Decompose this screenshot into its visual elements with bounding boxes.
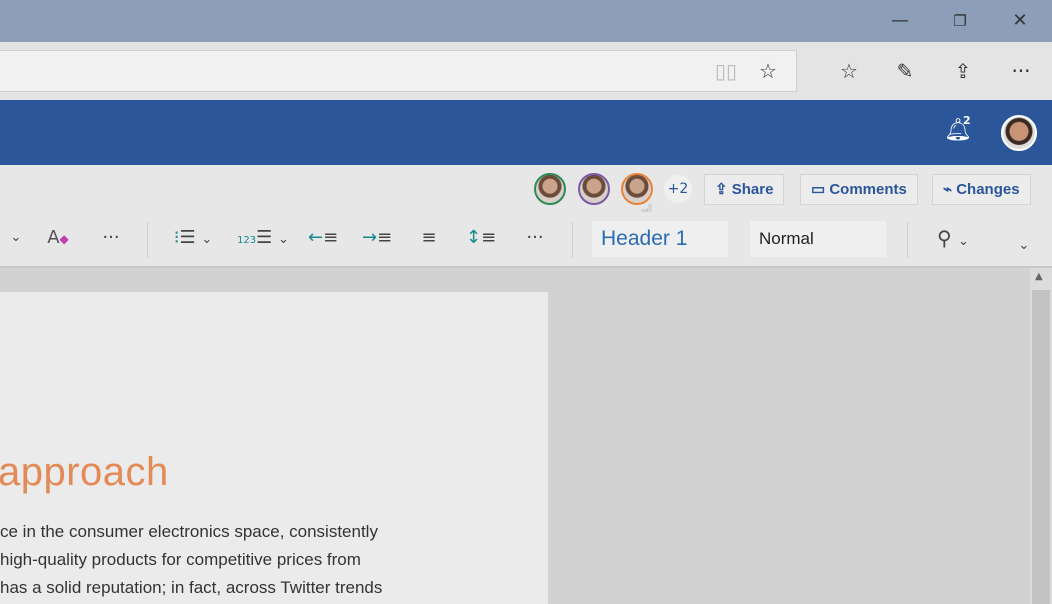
chevron-down-icon[interactable]: ⌄ bbox=[6, 222, 26, 254]
reading-view-icon[interactable]: ▯▯ bbox=[711, 56, 741, 86]
comments-button[interactable]: ▭ Comments bbox=[800, 174, 918, 205]
user-avatar[interactable] bbox=[1001, 115, 1037, 151]
notification-count: 2 bbox=[963, 114, 971, 127]
comment-icon: ▭ bbox=[811, 181, 830, 198]
bullet-list-button[interactable]: ⁝☰ ⌄ bbox=[166, 222, 220, 254]
scroll-up-icon[interactable]: ▲ bbox=[1035, 271, 1043, 282]
close-button[interactable]: ✕ bbox=[1000, 8, 1040, 34]
line-spacing-icon[interactable]: ↕≡ bbox=[466, 222, 496, 254]
body-line: high-quality products for competitive pr… bbox=[0, 550, 361, 569]
body-line: has a solid reputation; in fact, across … bbox=[0, 578, 383, 597]
collaborator-avatar[interactable] bbox=[534, 173, 566, 205]
increase-indent-icon[interactable]: →≡ bbox=[362, 222, 392, 254]
favorite-star-icon[interactable]: ☆ bbox=[753, 56, 783, 86]
minimize-button[interactable]: — bbox=[880, 8, 920, 34]
search-button[interactable]: ⚲ ⌄ bbox=[928, 222, 978, 254]
share-button[interactable]: ⇪ Share bbox=[704, 174, 785, 205]
search-icon: ⚲ bbox=[937, 226, 952, 250]
activity-icon: ⌁ bbox=[943, 181, 957, 198]
decrease-indent-icon[interactable]: ←≡ bbox=[308, 222, 338, 254]
share-icon: ⇪ bbox=[715, 181, 732, 198]
style-normal[interactable]: Normal bbox=[750, 221, 886, 257]
expand-ribbon-icon[interactable]: ⌄ bbox=[1014, 230, 1034, 262]
divider bbox=[572, 222, 573, 258]
divider bbox=[907, 222, 908, 258]
document-heading: approach bbox=[0, 450, 169, 494]
app-header: 🔔︎ 2 bbox=[0, 100, 1052, 165]
address-bar[interactable]: ▯▯ ☆ bbox=[0, 50, 797, 92]
body-line: ce in the consumer electronics space, co… bbox=[0, 522, 378, 541]
more-collaborators[interactable]: +2 bbox=[664, 175, 692, 203]
restore-button[interactable]: ❐ bbox=[940, 8, 980, 34]
pen-icon[interactable]: ✎ bbox=[890, 56, 920, 86]
clear-formatting-icon[interactable]: A◆ bbox=[44, 222, 72, 254]
collaborator-avatar[interactable] bbox=[578, 173, 610, 205]
favorites-list-icon[interactable]: ☆ bbox=[834, 56, 864, 86]
formatting-toolbar: ⌄ A◆ ··· ⁝☰ ⌄ 123☰ ⌄ ←≡ →≡ ≡ ↕≡ ··· Head… bbox=[0, 212, 1052, 268]
collaboration-bar: +2 ☝ ⇪ Share ▭ Comments ⌁ Changes bbox=[0, 165, 1052, 226]
title-bar: — ❐ ✕ bbox=[0, 0, 1052, 42]
more-icon[interactable]: ··· bbox=[96, 222, 126, 254]
scrollbar-thumb[interactable] bbox=[1032, 290, 1050, 604]
style-header-1[interactable]: Header 1 bbox=[592, 221, 728, 257]
divider bbox=[147, 222, 148, 258]
numbered-list-button[interactable]: 123☰ ⌄ bbox=[236, 222, 290, 254]
share-icon[interactable]: ⇪ bbox=[948, 56, 978, 86]
browser-toolbar: ▯▯ ☆ ☆ ✎ ⇪ ··· bbox=[0, 42, 1052, 100]
more-icon[interactable]: ··· bbox=[520, 222, 550, 254]
more-icon[interactable]: ··· bbox=[1006, 56, 1036, 86]
align-icon[interactable]: ≡ bbox=[414, 222, 444, 254]
changes-button[interactable]: ⌁ Changes bbox=[932, 174, 1031, 205]
